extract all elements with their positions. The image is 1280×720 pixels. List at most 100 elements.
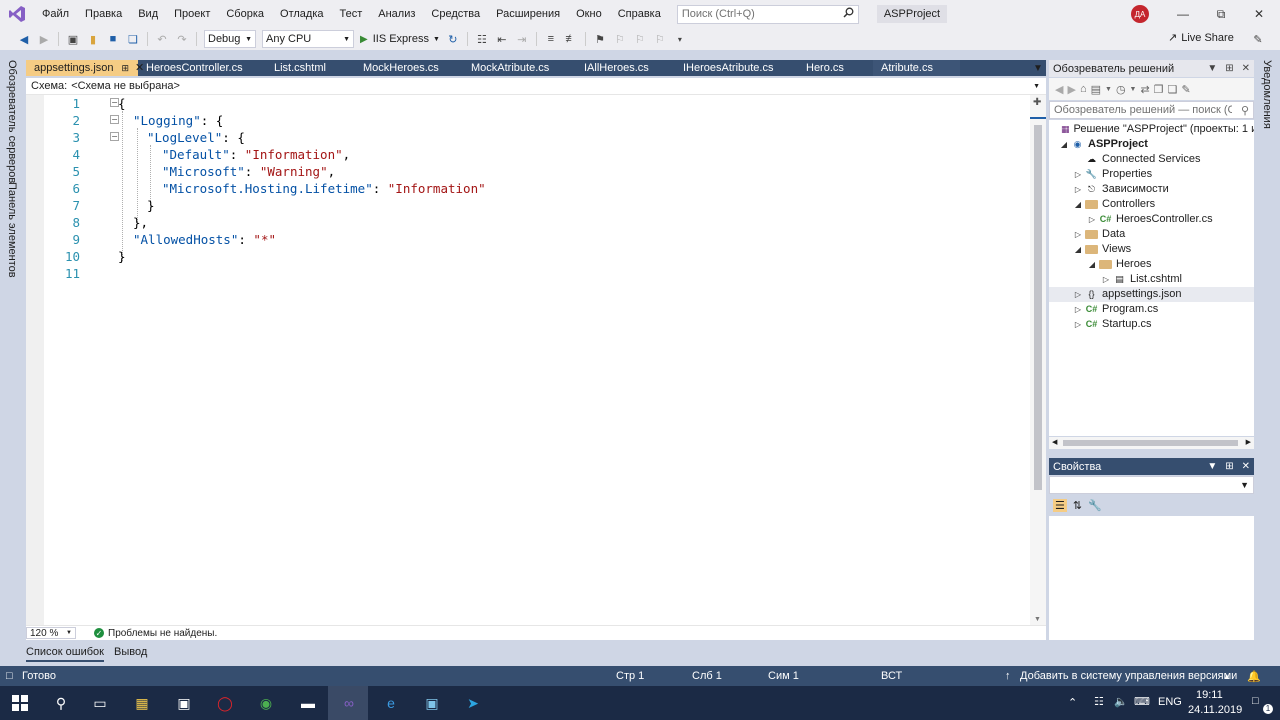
visual-studio-logo-icon[interactable] bbox=[0, 0, 34, 28]
properties-object-dropdown[interactable]: ▼ bbox=[1049, 476, 1254, 494]
property-pages-icon[interactable]: 🔧 bbox=[1088, 499, 1102, 512]
save-all-icon[interactable]: ❏ bbox=[125, 31, 141, 47]
scroll-left-icon[interactable]: ◀ bbox=[1052, 438, 1057, 446]
scroll-thumb[interactable] bbox=[1063, 440, 1238, 446]
expanded-arrow-icon[interactable]: ◢ bbox=[1087, 257, 1097, 272]
tab-mock-heroes[interactable]: MockHeroes.cs bbox=[355, 60, 463, 76]
open-folder-icon[interactable]: ▮ bbox=[85, 31, 101, 47]
close-icon[interactable]: ✕ bbox=[1242, 461, 1250, 472]
new-project-icon[interactable]: ▣ bbox=[65, 31, 81, 47]
chevron-up-icon[interactable]: ▲ bbox=[1223, 672, 1231, 681]
pin-icon[interactable]: ⊞ bbox=[122, 60, 130, 76]
restore-icon[interactable]: ⧉ bbox=[1202, 0, 1240, 28]
tab-iall-heroes[interactable]: IAllHeroes.cs bbox=[576, 60, 675, 76]
tab-mock-atribute[interactable]: MockAtribute.cs bbox=[463, 60, 576, 76]
notes-app-icon[interactable]: ▣ bbox=[421, 692, 443, 714]
window-menu-icon[interactable]: ▼ bbox=[1207, 63, 1217, 74]
tab-error-list[interactable]: Список ошибок bbox=[26, 644, 104, 662]
file-explorer-icon[interactable]: ▦ bbox=[131, 692, 153, 714]
tree-item-program[interactable]: ▷ C# Program.cs bbox=[1049, 302, 1254, 317]
tree-item-controllers[interactable]: ◢ Controllers bbox=[1049, 197, 1254, 212]
menu-debug[interactable]: Отладка bbox=[272, 0, 331, 28]
menu-help[interactable]: Справка bbox=[610, 0, 669, 28]
menu-build[interactable]: Сборка bbox=[218, 0, 272, 28]
search-input[interactable]: Поиск (Ctrl+Q) bbox=[676, 4, 859, 24]
telegram-icon[interactable]: ➤ bbox=[462, 692, 484, 714]
tree-item-connected-services[interactable]: ☁ Connected Services bbox=[1049, 152, 1254, 167]
tree-item-heroes-controller[interactable]: ▷ C# HeroesController.cs bbox=[1049, 212, 1254, 227]
language-indicator[interactable]: ENG bbox=[1158, 696, 1182, 708]
editor-vertical-scrollbar[interactable]: ✚ ▼ bbox=[1030, 95, 1046, 625]
tree-item-heroes-folder[interactable]: ◢ Heroes bbox=[1049, 257, 1254, 272]
save-icon[interactable]: ■ bbox=[105, 31, 121, 47]
menu-analyze[interactable]: Анализ bbox=[370, 0, 423, 28]
tree-item-data[interactable]: ▷ Data bbox=[1049, 227, 1254, 242]
alphabetical-icon[interactable]: ⇅ bbox=[1073, 499, 1082, 512]
run-button[interactable]: ▶ IIS Express ▼ bbox=[357, 33, 443, 45]
collapsed-arrow-icon[interactable]: ▷ bbox=[1073, 182, 1083, 197]
menu-window[interactable]: Окно bbox=[568, 0, 610, 28]
collapsed-arrow-icon[interactable]: ▷ bbox=[1073, 317, 1083, 332]
toolbox-tab[interactable]: Панель элементов bbox=[6, 182, 18, 278]
add-to-source-control-button[interactable]: Добавить в систему управления версиями bbox=[1020, 670, 1237, 682]
server-explorer-tab[interactable]: Обозреватель серверов bbox=[6, 60, 18, 183]
app-icon[interactable]: ▬ bbox=[297, 692, 319, 714]
solution-horizontal-scrollbar[interactable]: ◀ ▶ bbox=[1049, 437, 1254, 449]
configuration-dropdown[interactable]: Debug ▼ bbox=[204, 30, 256, 48]
tree-item-appsettings[interactable]: ▷ {} appsettings.json bbox=[1049, 287, 1254, 302]
sync-icon[interactable]: ⇄ bbox=[1140, 83, 1149, 96]
tree-item-views[interactable]: ◢ Views bbox=[1049, 242, 1254, 257]
menu-view[interactable]: Вид bbox=[130, 0, 166, 28]
tab-atribute[interactable]: Atribute.cs bbox=[873, 60, 960, 76]
chrome-icon[interactable]: ◉ bbox=[255, 692, 277, 714]
chevron-down-icon[interactable]: ▼ bbox=[1105, 86, 1112, 93]
menu-extensions[interactable]: Расширения bbox=[488, 0, 568, 28]
clock-date[interactable]: 24.11.2019 bbox=[1188, 704, 1242, 716]
collapse-icon[interactable]: − bbox=[110, 132, 119, 141]
collapsed-arrow-icon[interactable]: ▷ bbox=[1073, 287, 1083, 302]
tab-list-cshtml[interactable]: List.cshtml bbox=[266, 60, 355, 76]
solution-search-input[interactable]: Обозреватель решений — поиск (Ctrl+;) ⚲ bbox=[1049, 101, 1254, 119]
tree-item-project[interactable]: ◢ ◉ ASPProject bbox=[1049, 137, 1254, 152]
scroll-thumb[interactable] bbox=[1034, 125, 1042, 490]
problems-status[interactable]: Проблемы не найдены. bbox=[108, 628, 217, 639]
sublime-app-icon[interactable]: ▣ bbox=[173, 692, 195, 714]
close-icon[interactable]: ✕ bbox=[1242, 63, 1250, 74]
tree-item-properties[interactable]: ▷ 🔧 Properties bbox=[1049, 167, 1254, 182]
tab-iheroes-atribute[interactable]: IHeroesAtribute.cs bbox=[675, 60, 798, 76]
tab-heroes-controller[interactable]: HeroesController.cs bbox=[138, 60, 266, 76]
task-view-icon[interactable]: ▭ bbox=[89, 692, 111, 714]
visual-studio-icon[interactable]: ∞ bbox=[338, 692, 360, 714]
step-icon[interactable]: ⇤ bbox=[494, 31, 510, 47]
tab-appsettings-json[interactable]: appsettings.json ⊞ ✕ bbox=[26, 60, 144, 76]
step-over-icon[interactable]: ⇥ bbox=[514, 31, 530, 47]
live-share-button[interactable]: ↗ Live Share bbox=[1168, 31, 1234, 45]
collapsed-arrow-icon[interactable]: ▷ bbox=[1073, 227, 1083, 242]
refresh-icon[interactable]: ↻ bbox=[445, 31, 461, 47]
collapsed-arrow-icon[interactable]: ▷ bbox=[1101, 272, 1111, 287]
network-icon[interactable]: ☷ bbox=[1094, 695, 1104, 708]
pin-icon[interactable]: ⊞ bbox=[1225, 461, 1233, 472]
collapsed-arrow-icon[interactable]: ▷ bbox=[1073, 167, 1083, 182]
clock-time[interactable]: 19:11 bbox=[1196, 689, 1223, 701]
search-icon[interactable]: ⚲ bbox=[50, 692, 72, 714]
edge-icon[interactable]: e bbox=[380, 692, 402, 714]
feedback-icon[interactable]: ✎ bbox=[1250, 31, 1266, 47]
show-all-files-icon[interactable]: ❏ bbox=[1168, 83, 1178, 96]
home-icon[interactable]: ⌂ bbox=[1080, 83, 1087, 95]
action-center-icon[interactable]: □ bbox=[1252, 695, 1259, 707]
keyboard-icon[interactable]: ⌨ bbox=[1134, 695, 1150, 708]
window-menu-icon[interactable]: ▼ bbox=[1207, 461, 1217, 472]
forward-icon[interactable]: ▶ bbox=[1067, 83, 1075, 96]
tab-list-dropdown-icon[interactable]: ▼ bbox=[1030, 60, 1046, 76]
menu-file[interactable]: Файл bbox=[34, 0, 77, 28]
collapsed-arrow-icon[interactable]: ▷ bbox=[1087, 212, 1097, 227]
schema-dropdown[interactable]: <Схема не выбрана> bbox=[71, 80, 1033, 92]
categorized-icon[interactable]: ☰ bbox=[1053, 498, 1067, 512]
notifications-tab[interactable]: Уведомления bbox=[1261, 60, 1273, 129]
toolbar-overflow-icon[interactable]: ▾ bbox=[672, 31, 688, 47]
collapse-all-icon[interactable]: ❐ bbox=[1154, 83, 1164, 96]
split-icon[interactable]: ✚ bbox=[1033, 97, 1041, 108]
browser-link-icon[interactable]: ☷ bbox=[474, 31, 490, 47]
back-icon[interactable]: ◀ bbox=[1055, 83, 1063, 96]
